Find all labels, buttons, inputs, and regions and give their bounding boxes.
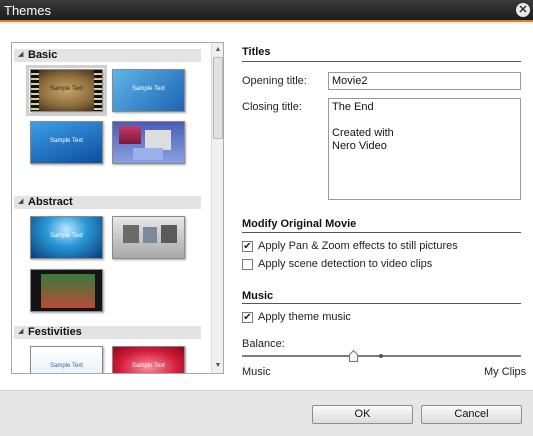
theme-thumbnail[interactable] [112,121,185,164]
category-header-abstract[interactable]: ◢ Abstract [14,196,201,209]
apply-music-checkbox[interactable]: ✔ [242,312,253,323]
thumbnail-caption: Sample Text [50,233,83,239]
scene-detection-label: Apply scene detection to video clips [258,258,433,270]
thumbnail-caption: Sample Text [50,363,83,369]
opening-title-input[interactable] [328,72,521,90]
photo-tile [145,130,171,150]
scene-detection-checkbox[interactable] [242,259,253,270]
title-bar: Themes ✕ [0,0,533,22]
closing-title-textarea[interactable] [328,98,521,200]
category-label: Abstract [28,196,73,208]
collapse-triangle-icon: ◢ [18,198,24,205]
close-icon[interactable]: ✕ [516,3,530,17]
theme-thumbnail[interactable]: Sample Text [112,69,185,112]
scroll-down-arrow-icon[interactable]: ▼ [212,360,223,372]
category-label: Basic [28,49,58,61]
category-header-basic[interactable]: ◢ Basic [14,49,201,62]
section-divider [242,232,521,233]
theme-list-scrollbar[interactable]: ▲ ▼ [211,43,223,373]
photo-tile [119,126,141,144]
titles-heading: Titles [242,46,271,58]
theme-list-area: ◢ Basic Sample Text Sample Text Sample T… [12,43,210,373]
photo-tile [133,148,163,160]
collapse-triangle-icon: ◢ [18,51,24,58]
scrollbar-thumb[interactable] [213,57,223,139]
photo-tile [41,274,95,308]
window-title: Themes [4,3,51,18]
dialog-content: ◢ Basic Sample Text Sample Text Sample T… [0,24,533,390]
opening-title-label: Opening title: [242,75,307,87]
theme-thumbnail[interactable]: Sample Text [30,346,103,373]
cancel-button[interactable]: Cancel [421,405,522,424]
pan-zoom-label: Apply Pan & Zoom effects to still pictur… [258,240,458,252]
thumbnail-caption: Sample Text [132,363,165,369]
photo-tile [161,225,177,243]
theme-thumbnail[interactable] [112,216,185,259]
theme-list: ◢ Basic Sample Text Sample Text Sample T… [11,42,224,374]
photo-tile [143,227,157,243]
balance-label: Balance: [242,338,285,350]
theme-thumbnail[interactable]: Sample Text [112,346,185,373]
slider-center-tick [379,354,383,358]
theme-thumbnail[interactable]: Sample Text [30,216,103,259]
scroll-up-arrow-icon[interactable]: ▲ [212,44,223,56]
music-heading: Music [242,290,274,302]
thumbnail-caption: Sample Text [132,86,165,92]
ok-button[interactable]: OK [312,405,413,424]
category-label: Festivities [28,326,82,338]
theme-thumbnail[interactable]: Sample Text [30,121,103,164]
balance-slider-handle[interactable] [349,350,358,362]
thumbnail-caption: Sample Text [50,86,83,92]
category-header-festivities[interactable]: ◢ Festivities [14,326,201,339]
section-divider [242,303,521,304]
closing-title-label: Closing title: [242,101,302,113]
theme-thumbnail[interactable] [30,269,103,312]
section-divider [242,61,521,62]
collapse-triangle-icon: ◢ [18,328,24,335]
theme-thumbnail[interactable]: Sample Text [26,65,107,116]
balance-left-label: Music [242,366,271,378]
modify-movie-heading: Modify Original Movie [242,218,357,230]
thumbnail-caption: Sample Text [50,138,83,144]
photo-tile [123,225,139,243]
apply-music-label: Apply theme music [258,311,351,323]
pan-zoom-checkbox[interactable]: ✔ [242,241,253,252]
balance-right-label: My Clips [484,366,527,378]
